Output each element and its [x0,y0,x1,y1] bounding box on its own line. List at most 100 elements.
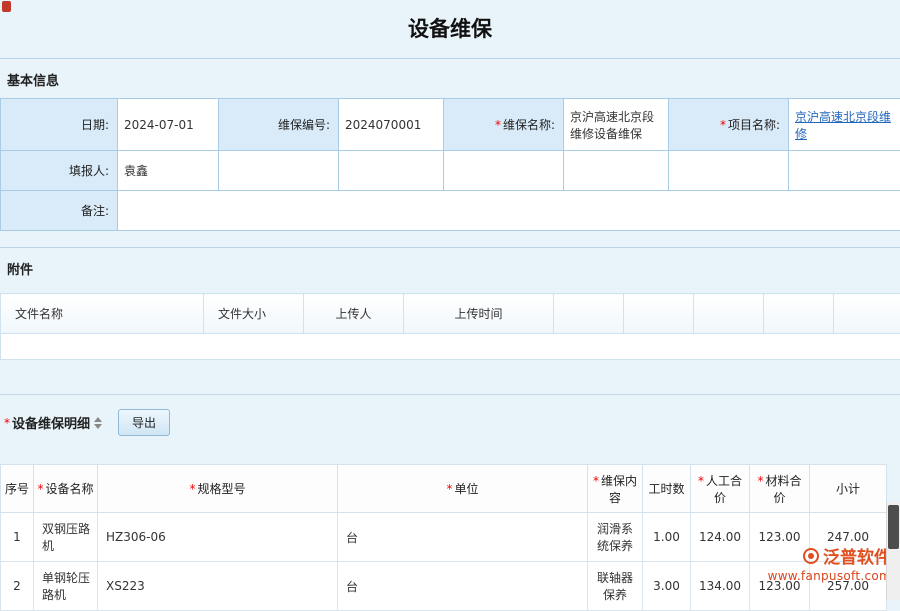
col-model-label: 规格型号 [197,482,245,496]
empty-cell [339,151,444,191]
col-hours-label: 工时数 [648,482,684,496]
vertical-scrollbar[interactable] [886,502,900,600]
col-header-no: 序号 [1,465,34,513]
empty-cell [834,294,900,334]
required-mark: * [495,118,501,132]
details-table: 序号 *设备名称 *规格型号 *单位 *维保内容 工时数 *人工合价 *材料合价… [0,464,887,611]
attachments-header-row: 文件名称 文件大小 上传人 上传时间 [1,294,900,334]
required-mark: * [757,474,763,488]
att-header-uploader: 上传人 [304,294,404,334]
code-value: 2024070001 [345,118,421,132]
empty-cell [624,294,694,334]
date-label: 日期: [81,118,109,132]
table-row: 2 单钢轮压路机 XS223 台 联轴器保养 3.00 134.00 123.0… [1,562,887,611]
attachments-section: 附件 文件名称 文件大小 上传人 上传时间 [0,247,900,360]
name-label-cell: *维保名称: [444,99,564,151]
cell-model: HZ306-06 [98,513,338,562]
cell-model: XS223 [98,562,338,611]
empty-cell [694,294,764,334]
attachments-empty-row [1,334,900,360]
date-value-cell: 2024-07-01 [118,99,219,151]
required-mark: * [698,474,704,488]
sort-icon[interactable] [94,417,102,429]
details-header-row: 序号 *设备名称 *规格型号 *单位 *维保内容 工时数 *人工合价 *材料合价… [1,465,887,513]
date-value: 2024-07-01 [124,118,194,132]
required-mark: * [37,482,43,496]
required-mark: * [720,118,726,132]
remark-value-cell [118,191,900,231]
code-value-cell: 2024070001 [339,99,444,151]
col-header-labor: *人工合价 [691,465,750,513]
att-header-filesize: 文件大小 [204,294,304,334]
project-label-cell: *项目名称: [669,99,789,151]
cell-labor: 134.00 [691,562,750,611]
cell-hours: 1.00 [643,513,691,562]
required-mark: * [593,474,599,488]
name-label: 维保名称: [503,118,555,132]
remark-label-cell: 备注: [1,191,118,231]
basic-info-section-title: 基本信息 [0,58,900,98]
col-header-content: *维保内容 [588,465,643,513]
name-value: 京沪高速北京段维修设备维保 [570,110,654,141]
cell-no: 2 [1,562,34,611]
fanpu-logo-icon [803,548,819,564]
col-no-label: 序号 [5,482,29,496]
empty-cell [564,151,669,191]
empty-cell [219,151,339,191]
watermark-brand: 泛普软件 [823,543,891,568]
name-value-cell: 京沪高速北京段维修设备维保 [564,99,669,151]
col-subtotal-label: 小计 [836,482,860,496]
basic-info-table: 日期: 2024-07-01 维保编号: 2024070001 *维保名称: 京… [0,98,900,231]
cell-unit: 台 [338,513,588,562]
cell-hours: 3.00 [643,562,691,611]
col-header-subtotal: 小计 [810,465,887,513]
col-content-label: 维保内容 [601,474,637,505]
cell-labor: 124.00 [691,513,750,562]
attachments-section-title: 附件 [0,247,900,287]
remark-label: 备注: [81,204,109,218]
page-title: 设备维保 [0,0,900,58]
col-material-label: 材料合价 [765,474,801,505]
watermark-site: www.fanpusoft.com [768,569,891,583]
cell-device: 双钢压路机 [34,513,98,562]
empty-cell [444,151,564,191]
project-value-cell: 京沪高速北京段维修 [789,99,900,151]
col-header-unit: *单位 [338,465,588,513]
project-link[interactable]: 京沪高速北京段维修 [795,110,891,141]
required-mark: * [4,416,10,430]
att-header-filename: 文件名称 [1,294,204,334]
watermark: 泛普软件 www.fanpusoft.com [768,543,891,583]
col-device-label: 设备名称 [45,482,93,496]
col-header-device: *设备名称 [34,465,98,513]
empty-cell [789,151,900,191]
cell-unit: 台 [338,562,588,611]
empty-cell [669,151,789,191]
details-header: * 设备维保明细 导出 [0,395,900,446]
scrollbar-thumb[interactable] [888,505,899,549]
date-label-cell: 日期: [1,99,118,151]
form-row-1: 日期: 2024-07-01 维保编号: 2024070001 *维保名称: 京… [1,99,900,151]
col-header-material: *材料合价 [750,465,810,513]
details-section-title: 设备维保明细 [12,413,90,432]
col-unit-label: 单位 [454,482,478,496]
col-header-hours: 工时数 [643,465,691,513]
code-label-cell: 维保编号: [219,99,339,151]
code-label: 维保编号: [278,118,330,132]
reporter-label: 填报人: [69,164,109,178]
empty-cell [1,334,900,360]
cell-content: 润滑系统保养 [588,513,643,562]
col-labor-label: 人工合价 [706,474,742,505]
cell-content: 联轴器保养 [588,562,643,611]
table-row: 1 双钢压路机 HZ306-06 台 润滑系统保养 1.00 124.00 12… [1,513,887,562]
attachments-table: 文件名称 文件大小 上传人 上传时间 [0,293,900,360]
cell-device: 单钢轮压路机 [34,562,98,611]
form-row-3: 备注: [1,191,900,231]
att-header-uploadtime: 上传时间 [404,294,554,334]
export-button[interactable]: 导出 [118,409,170,436]
required-mark: * [189,482,195,496]
form-row-2: 填报人: 袁鑫 [1,151,900,191]
empty-cell [764,294,834,334]
reporter-label-cell: 填报人: [1,151,118,191]
col-header-model: *规格型号 [98,465,338,513]
corner-logo [2,1,11,12]
